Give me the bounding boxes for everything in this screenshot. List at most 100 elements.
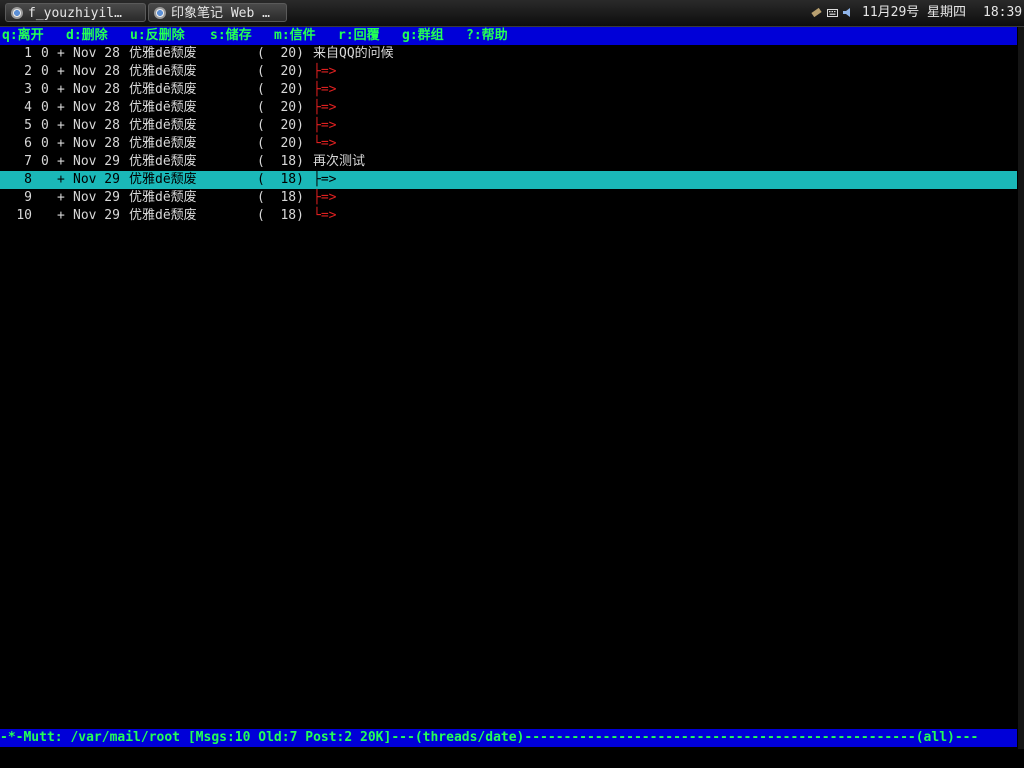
msg-flag: 0 (41, 64, 49, 79)
message-row[interactable]: 7 0 + Nov 29 优雅dē颓废 ( 18) 再次测试 (0, 153, 1017, 171)
task-label: 印象笔记 Web … (171, 6, 270, 21)
message-row-selected[interactable]: 8 + Nov 29 优雅dē颓废 ( 18) ├=> (0, 171, 1017, 189)
help-item-help: ?:帮助 (466, 28, 508, 43)
msg-size: ( 18) (257, 154, 304, 169)
tray-clock[interactable]: 18:39 (983, 0, 1022, 26)
mutt-terminal[interactable]: q:离开 d:删除 u:反删除 s:储存 m:信件 r:回覆 g:群组 ?:帮助… (0, 27, 1018, 749)
msg-status: + (57, 118, 65, 133)
msg-number: 9 (24, 190, 32, 205)
msg-number: 2 (24, 64, 32, 79)
msg-date: Nov 28 (73, 46, 120, 61)
chrome-icon (11, 7, 23, 19)
msg-number: 1 (24, 46, 32, 61)
msg-from: 优雅dē颓废 (129, 136, 197, 151)
msg-flag: 0 (41, 100, 49, 115)
message-row[interactable]: 1 0 + Nov 28 优雅dē颓废 ( 20) 来自QQ的问候 (0, 45, 1017, 63)
msg-date: Nov 28 (73, 136, 120, 151)
msg-thread-tree: ├=> (313, 172, 337, 187)
msg-subject: 来自QQ的问候 (313, 46, 394, 61)
msg-status: + (57, 172, 65, 187)
taskbar-task-chrome-2[interactable]: 印象笔记 Web … (148, 3, 287, 22)
msg-flag: 0 (41, 118, 49, 133)
msg-size: ( 20) (257, 82, 304, 97)
msg-size: ( 20) (257, 46, 304, 61)
msg-thread-tree: ├=> (313, 64, 337, 79)
msg-thread-tree: ├=> (313, 100, 337, 115)
tray-date[interactable]: 11月29号 (862, 0, 919, 26)
msg-size: ( 20) (257, 64, 304, 79)
msg-from: 优雅dē颓废 (129, 46, 197, 61)
terminal-scrollbar[interactable] (1018, 27, 1024, 749)
msg-size: ( 20) (257, 100, 304, 115)
msg-size: ( 20) (257, 136, 304, 151)
msg-number: 5 (24, 118, 32, 133)
task-label: f_youzhiyil… (28, 6, 122, 21)
help-item-delete: d:删除 (66, 28, 108, 43)
help-item-reply: r:回覆 (338, 28, 380, 43)
msg-from: 优雅dē颓废 (129, 118, 197, 133)
help-item-group: g:群组 (402, 28, 444, 43)
msg-thread-tree: ├=> (313, 190, 337, 205)
msg-date: Nov 28 (73, 82, 120, 97)
msg-number: 7 (24, 154, 32, 169)
help-item-mail: m:信件 (274, 28, 316, 43)
msg-size: ( 18) (257, 172, 304, 187)
help-item-quit: q:离开 (2, 28, 44, 43)
msg-status: + (57, 82, 65, 97)
msg-date: Nov 29 (73, 154, 120, 169)
message-row[interactable]: 3 0 + Nov 28 优雅dē颓废 ( 20) ├=> (0, 81, 1017, 99)
msg-number: 10 (16, 208, 32, 223)
msg-status: + (57, 154, 65, 169)
msg-flag: 0 (41, 82, 49, 97)
msg-thread-tree: └=> (313, 136, 337, 151)
msg-size: ( 18) (257, 208, 304, 223)
msg-date: Nov 28 (73, 64, 120, 79)
msg-number: 4 (24, 100, 32, 115)
message-row[interactable]: 6 0 + Nov 28 优雅dē颓废 ( 20) └=> (0, 135, 1017, 153)
msg-status: + (57, 64, 65, 79)
keyboard-icon[interactable] (827, 7, 838, 18)
message-row[interactable]: 5 0 + Nov 28 优雅dē颓废 ( 20) ├=> (0, 117, 1017, 135)
msg-status: + (57, 208, 65, 223)
system-tray: 11月29号 星期四 18:39 (809, 0, 1024, 26)
taskbar-task-chrome-1[interactable]: f_youzhiyil… (5, 3, 146, 22)
msg-flag: 0 (41, 46, 49, 61)
message-row[interactable]: 10 + Nov 29 优雅dē颓废 ( 18) └=> (0, 207, 1017, 225)
message-row[interactable]: 4 0 + Nov 28 优雅dē颓废 ( 20) ├=> (0, 99, 1017, 117)
msg-number: 8 (24, 172, 32, 187)
msg-date: Nov 28 (73, 100, 120, 115)
msg-size: ( 18) (257, 190, 304, 205)
msg-size: ( 20) (257, 118, 304, 133)
msg-date: Nov 29 (73, 190, 120, 205)
msg-from: 优雅dē颓废 (129, 190, 197, 205)
msg-from: 优雅dē颓废 (129, 100, 197, 115)
msg-from: 优雅dē颓废 (129, 82, 197, 97)
volume-icon[interactable] (842, 7, 853, 18)
status-bar: -*-Mutt: /var/mail/root [Msgs:10 Old:7 P… (0, 729, 1017, 747)
msg-status: + (57, 190, 65, 205)
msg-number: 3 (24, 82, 32, 97)
msg-thread-tree: ├=> (313, 118, 337, 133)
tray-weekday[interactable]: 星期四 (927, 0, 966, 26)
help-item-undelete: u:反删除 (130, 28, 185, 43)
chrome-icon (154, 7, 166, 19)
msg-date: Nov 28 (73, 118, 120, 133)
msg-subject: 再次测试 (313, 154, 366, 169)
help-item-save: s:储存 (210, 28, 252, 43)
top-panel: f_youzhiyil… 印象笔记 Web … 11月29号 星期四 18:39 (0, 0, 1024, 27)
msg-status: + (57, 46, 65, 61)
msg-from: 优雅dē颓废 (129, 172, 197, 187)
msg-thread-tree: └=> (313, 208, 337, 223)
msg-from: 优雅dē颓废 (129, 64, 197, 79)
help-bar: q:离开 d:删除 u:反删除 s:储存 m:信件 r:回覆 g:群组 ?:帮助 (0, 27, 1017, 45)
msg-number: 6 (24, 136, 32, 151)
msg-flag: 0 (41, 154, 49, 169)
msg-flag: 0 (41, 136, 49, 151)
msg-from: 优雅dē颓废 (129, 208, 197, 223)
network-icon[interactable] (811, 7, 822, 18)
msg-status: + (57, 100, 65, 115)
message-row[interactable]: 2 0 + Nov 28 优雅dē颓废 ( 20) ├=> (0, 63, 1017, 81)
msg-from: 优雅dē颓废 (129, 154, 197, 169)
message-row[interactable]: 9 + Nov 29 优雅dē颓废 ( 18) ├=> (0, 189, 1017, 207)
msg-thread-tree: ├=> (313, 82, 337, 97)
